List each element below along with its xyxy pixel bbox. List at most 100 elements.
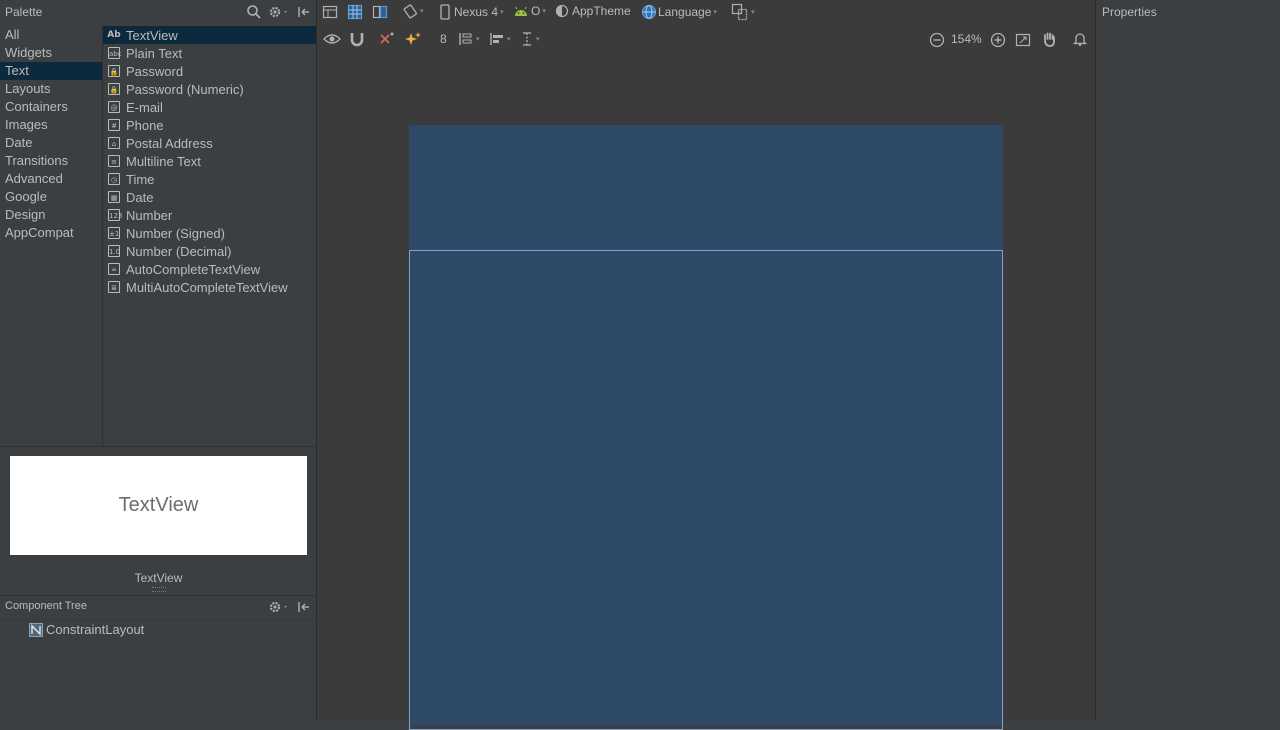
phone-icon bbox=[440, 4, 450, 20]
align-icon[interactable]: ▾ bbox=[489, 31, 511, 47]
palette-item-phone[interactable]: # Phone bbox=[103, 116, 316, 134]
palette-category-all[interactable]: All bbox=[0, 26, 102, 44]
component-tree-hide-icon[interactable] bbox=[296, 599, 312, 615]
palette-category-advanced[interactable]: Advanced bbox=[0, 170, 102, 188]
palette-item-textview[interactable]: Ab TextView bbox=[103, 26, 316, 44]
palette-item-postal-address[interactable]: ⌂ Postal Address bbox=[103, 134, 316, 152]
component-tree-gear-icon[interactable] bbox=[268, 599, 290, 615]
palette-category-date[interactable]: Date bbox=[0, 134, 102, 152]
blueprint-view-icon[interactable] bbox=[347, 4, 363, 20]
palette-item-label: Plain Text bbox=[126, 45, 183, 61]
palette-item-label: TextView bbox=[126, 27, 178, 43]
palette-item-label: Phone bbox=[126, 117, 164, 133]
home-icon-glyph: ⌂ bbox=[108, 137, 120, 149]
zoom-level: 154% bbox=[951, 32, 982, 46]
palette-category-layouts[interactable]: Layouts bbox=[0, 80, 102, 98]
layout-variants-icon[interactable]: ▾ bbox=[731, 3, 755, 21]
palette-item-label: Number (Signed) bbox=[126, 225, 225, 241]
preview-divider bbox=[0, 446, 317, 447]
preview-caption: TextView bbox=[134, 571, 183, 585]
palette-item-date[interactable]: ▦ Date bbox=[103, 188, 316, 206]
number-icon-glyph: 123 bbox=[108, 209, 122, 221]
resize-handle[interactable] bbox=[152, 587, 166, 592]
default-margin[interactable]: 8 bbox=[440, 32, 447, 46]
orientation-icon[interactable]: ▾ bbox=[402, 3, 424, 19]
autoconnect-magnet-icon[interactable] bbox=[349, 31, 365, 47]
palette-item-password-numeric[interactable]: 🔒 Password (Numeric) bbox=[103, 80, 316, 98]
globe-icon bbox=[642, 5, 656, 19]
palette-category-text[interactable]: Text bbox=[0, 62, 102, 80]
infer-constraints-icon[interactable] bbox=[404, 31, 422, 47]
palette-category-widgets[interactable]: Widgets bbox=[0, 44, 102, 62]
api-selector[interactable]: O ▾ bbox=[513, 4, 546, 18]
at-icon-glyph: @ bbox=[108, 101, 120, 113]
palette-category-list: All Widgets Text Layouts Containers Images Dat… bbox=[0, 26, 102, 446]
calendar-icon-glyph: ▦ bbox=[108, 191, 120, 203]
theme-icon bbox=[555, 4, 569, 18]
properties-title: Properties bbox=[1102, 5, 1157, 19]
theme-label: AppTheme bbox=[572, 4, 631, 18]
palette-item-label: MultiAutoCompleteTextView bbox=[126, 279, 288, 295]
palette-category-appcompat[interactable]: AppCompat bbox=[0, 224, 102, 242]
palette-item-label: AutoCompleteTextView bbox=[126, 261, 261, 277]
constraint-layout-icon bbox=[29, 622, 43, 637]
layout-toolbar: 8 ▾ ▾ ▾ 154% bbox=[318, 27, 1095, 53]
calendar-icon: ▦ bbox=[107, 190, 121, 204]
language-selector[interactable]: Language ▾ bbox=[641, 4, 717, 20]
tree-node-constraintlayout[interactable]: ConstraintLayout bbox=[29, 622, 144, 637]
autocomplete-icon-glyph: ≐ bbox=[108, 263, 120, 275]
design-editor: ▾ Nexus 4 ▾ O ▾ AppTheme Language ▾ ▾ 8 … bbox=[318, 0, 1095, 730]
textview-icon: Ab bbox=[107, 28, 121, 42]
tree-node-label: ConstraintLayout bbox=[46, 622, 145, 637]
design-view-icon[interactable] bbox=[322, 4, 338, 20]
properties-panel: Properties bbox=[1095, 0, 1280, 720]
gear-icon[interactable] bbox=[268, 4, 290, 20]
notifications-bell-icon[interactable] bbox=[1072, 31, 1088, 47]
component-tree-divider bbox=[0, 595, 317, 596]
lock-icon-glyph: 🔒 bbox=[108, 65, 120, 77]
pan-hand-icon[interactable] bbox=[1041, 31, 1057, 47]
show-icon[interactable] bbox=[323, 32, 341, 46]
palette-item-number-signed[interactable]: ±1 Number (Signed) bbox=[103, 224, 316, 242]
palette-item-time[interactable]: ◷ Time bbox=[103, 170, 316, 188]
palette-item-label: Time bbox=[126, 171, 155, 187]
palette-category-containers[interactable]: Containers bbox=[0, 98, 102, 116]
palette-item-e-mail[interactable]: @ E-mail bbox=[103, 98, 316, 116]
palette-category-images[interactable]: Images bbox=[0, 116, 102, 134]
zoom-out-icon[interactable] bbox=[929, 32, 945, 48]
palette-item-number[interactable]: 123 Number bbox=[103, 206, 316, 224]
palette-item-list: Ab TextView abc Plain Text 🔒 Password 🔒 Passwor… bbox=[103, 26, 316, 446]
guidelines-icon[interactable]: ▾ bbox=[520, 31, 540, 47]
palette-item-multiline-text[interactable]: ≡ Multiline Text bbox=[103, 152, 316, 170]
zoom-in-icon[interactable] bbox=[990, 32, 1006, 48]
palette-item-label: Password bbox=[126, 63, 184, 79]
component-tree-title: Component Tree bbox=[5, 600, 87, 612]
palette-item-plain-text[interactable]: abc Plain Text bbox=[103, 44, 316, 62]
pack-icon[interactable]: ▾ bbox=[458, 31, 480, 47]
split-view-icon[interactable] bbox=[372, 4, 388, 20]
lock-numeric-icon: 🔒 bbox=[107, 82, 121, 96]
zoom-to-fit-icon[interactable] bbox=[1015, 32, 1031, 48]
palette-item-autocompletetextview[interactable]: ≐ AutoCompleteTextView bbox=[103, 260, 316, 278]
multiautocomplete-icon: ≣ bbox=[107, 280, 121, 294]
device-label: Nexus 4 bbox=[454, 5, 499, 19]
hide-panel-icon[interactable] bbox=[296, 4, 312, 20]
palette-title: Palette bbox=[5, 5, 43, 19]
palette-category-design[interactable]: Design bbox=[0, 206, 102, 224]
clock-icon-glyph: ◷ bbox=[108, 173, 120, 185]
theme-selector[interactable]: AppTheme bbox=[555, 4, 631, 18]
multiline-icon-glyph: ≡ bbox=[108, 155, 120, 167]
number-decimal-icon-glyph: 1.0 bbox=[108, 245, 120, 257]
palette-category-transitions[interactable]: Transitions bbox=[0, 152, 102, 170]
palette-item-label: Date bbox=[126, 189, 154, 205]
search-icon[interactable] bbox=[246, 4, 262, 20]
palette-category-google[interactable]: Google bbox=[0, 188, 102, 206]
palette-item-multiautocompletetextview[interactable]: ≣ MultiAutoCompleteTextView bbox=[103, 278, 316, 296]
number-signed-icon-glyph: ±1 bbox=[108, 227, 120, 239]
palette-item-password[interactable]: 🔒 Password bbox=[103, 62, 316, 80]
device-selector[interactable]: Nexus 4 ▾ bbox=[439, 4, 504, 20]
constraint-layout-bounds[interactable] bbox=[409, 250, 1003, 730]
palette-item-number-decimal[interactable]: 1.0 Number (Decimal) bbox=[103, 242, 316, 260]
clear-constraints-icon[interactable] bbox=[378, 31, 396, 47]
design-toolbar: ▾ Nexus 4 ▾ O ▾ AppTheme Language ▾ ▾ bbox=[318, 0, 1095, 24]
